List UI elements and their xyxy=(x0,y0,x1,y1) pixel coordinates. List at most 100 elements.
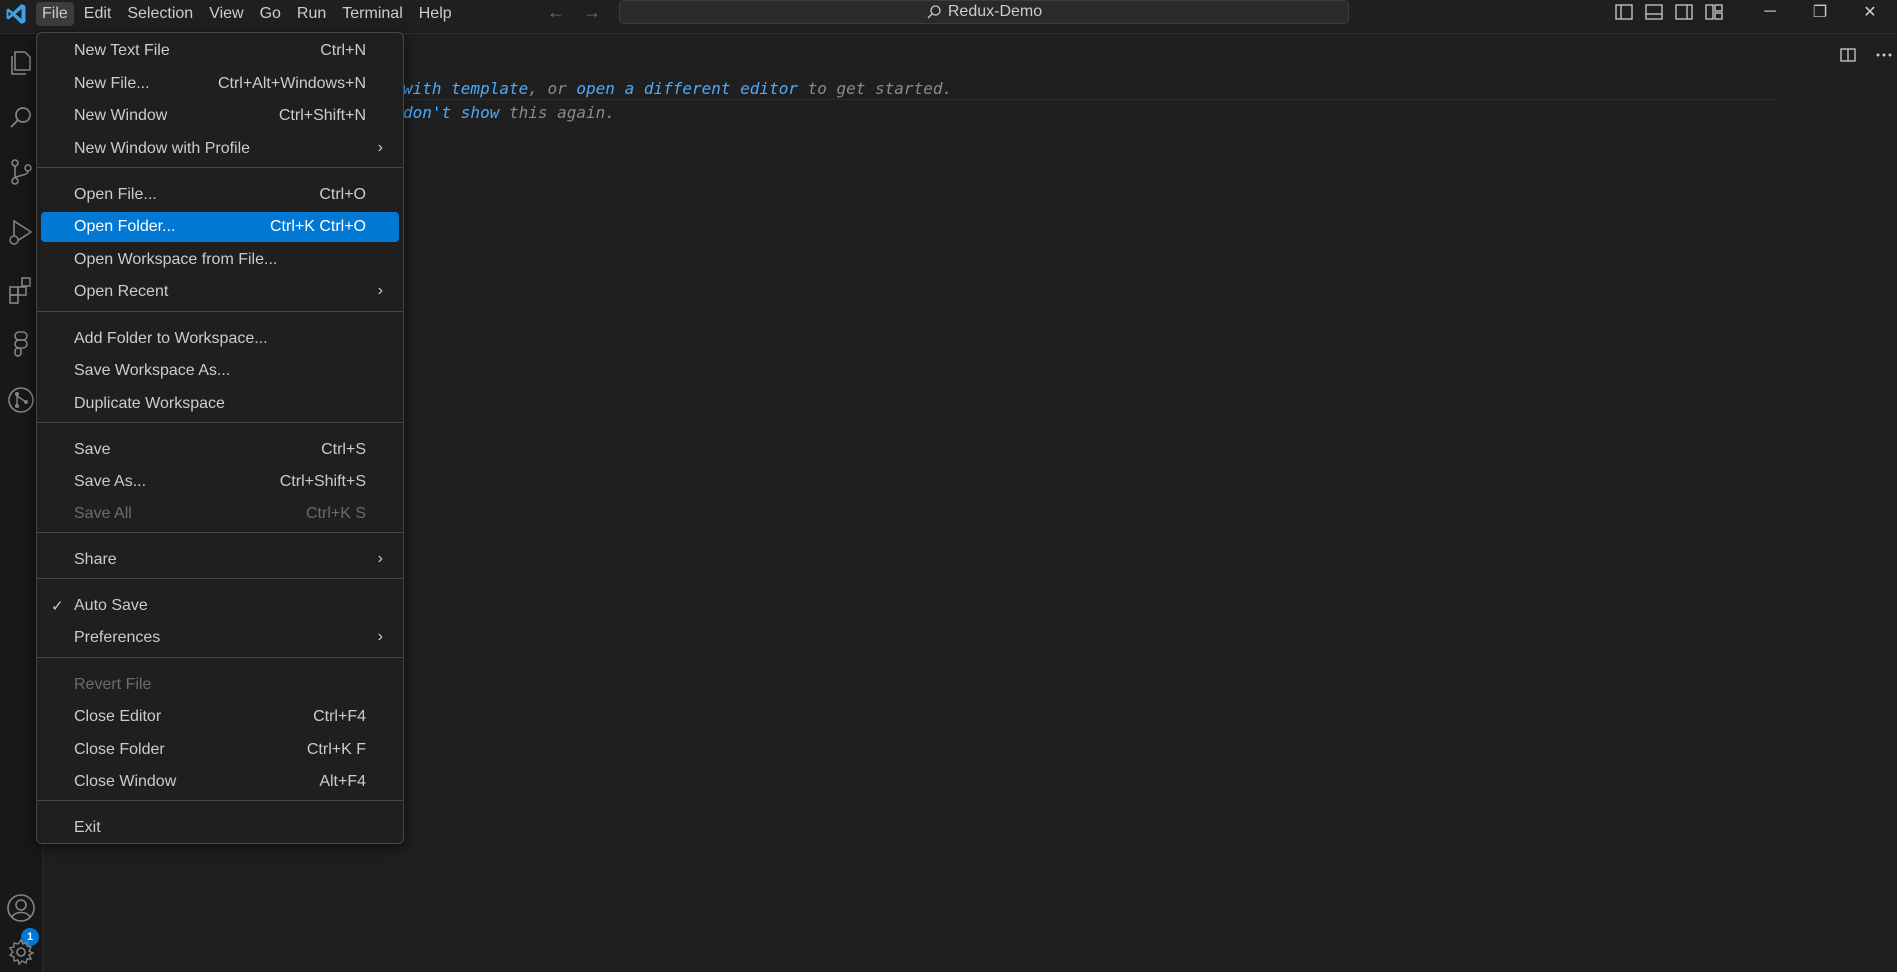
menu-item-label: New File... xyxy=(74,75,150,92)
arrow-left-icon[interactable]: ← xyxy=(547,2,565,23)
keyboard-shortcut: Ctrl+F4 xyxy=(313,708,366,725)
git-graph-icon[interactable] xyxy=(5,384,37,416)
gear-icon[interactable] xyxy=(5,936,37,968)
editor-hint-line-1: with template, or open a different edito… xyxy=(403,79,953,98)
explorer-icon[interactable] xyxy=(5,46,37,78)
menu-item-close-folder[interactable]: Close Folder Ctrl+K F xyxy=(41,735,399,765)
menu-item-label: Save Workspace As... xyxy=(74,362,231,379)
navigation-arrows: ← → xyxy=(547,2,601,23)
keyboard-shortcut: Ctrl+N xyxy=(320,42,366,59)
keyboard-shortcut: Ctrl+K Ctrl+O xyxy=(269,218,366,235)
template-link[interactable]: with template xyxy=(403,79,528,98)
menu-item-label: Preferences xyxy=(74,629,161,646)
restore-button[interactable]: ❐ xyxy=(1795,0,1845,24)
menu-item-exit[interactable]: Exit xyxy=(41,813,399,843)
vscode-logo-icon[interactable] xyxy=(4,2,28,26)
menu-item-new-file[interactable]: New File... Ctrl+Alt+Windows+N xyxy=(41,69,399,99)
menu-bar: File Edit Selection View Go Run Terminal Help xyxy=(36,0,462,28)
menu-item-label: Close Folder xyxy=(74,741,165,758)
menu-item-share[interactable]: Share › xyxy=(41,545,399,575)
menu-separator xyxy=(37,311,403,312)
menu-go[interactable]: Go xyxy=(254,2,287,26)
menu-view[interactable]: View xyxy=(203,2,249,26)
menu-item-duplicate-workspace[interactable]: Duplicate Workspace xyxy=(41,389,399,419)
search-icon xyxy=(927,5,941,19)
menu-item-open-recent[interactable]: Open Recent › xyxy=(41,277,399,307)
menu-item-label: New Window xyxy=(74,107,168,124)
extensions-icon[interactable] xyxy=(5,274,37,306)
keyboard-shortcut: Ctrl+Shift+N xyxy=(278,107,366,124)
chevron-right-icon: › xyxy=(377,139,383,156)
menu-item-label: Exit xyxy=(74,819,101,836)
menu-item-label: Save xyxy=(74,441,111,458)
arrow-right-icon[interactable]: → xyxy=(583,2,601,23)
customize-layout-icon[interactable] xyxy=(1704,2,1724,22)
menu-separator xyxy=(37,578,403,579)
menu-edit[interactable]: Edit xyxy=(78,2,118,26)
layout-controls xyxy=(1614,2,1724,22)
menu-item-label: Share xyxy=(74,551,117,568)
figma-icon[interactable] xyxy=(5,328,37,360)
close-button[interactable]: ✕ xyxy=(1845,0,1895,24)
menu-item-label: New Window with Profile xyxy=(74,140,251,157)
menu-item-add-folder-to-workspace[interactable]: Add Folder to Workspace... xyxy=(41,324,399,354)
chevron-right-icon: › xyxy=(377,282,383,299)
editor-hint-line-2: don't show this again. xyxy=(403,103,615,122)
check-icon: ✓ xyxy=(51,598,64,615)
search-icon[interactable] xyxy=(5,102,37,134)
open-different-editor-link[interactable]: open a different editor xyxy=(576,79,798,98)
menu-item-label: Duplicate Workspace xyxy=(74,395,225,412)
toggle-panel-icon[interactable] xyxy=(1644,2,1664,22)
menu-item-close-window[interactable]: Close Window Alt+F4 xyxy=(41,767,399,797)
menu-item-new-text-file[interactable]: New Text File Ctrl+N xyxy=(41,36,399,66)
menu-item-revert-file: Revert File xyxy=(41,670,399,700)
menu-item-preferences[interactable]: Preferences › xyxy=(41,623,399,653)
menu-item-label: Open File... xyxy=(74,186,157,203)
title-bar: File Edit Selection View Go Run Terminal Help ←… xyxy=(0,0,1897,34)
dont-show-link[interactable]: don't show xyxy=(403,103,499,122)
menu-item-save-workspace-as[interactable]: Save Workspace As... xyxy=(41,356,399,386)
menu-item-label: Auto Save xyxy=(74,597,148,614)
menu-item-open-folder[interactable]: Open Folder... Ctrl+K Ctrl+O xyxy=(41,212,399,242)
menu-file[interactable]: File xyxy=(36,2,74,26)
minimize-button[interactable]: ─ xyxy=(1745,0,1795,24)
chevron-right-icon: › xyxy=(377,628,383,645)
menu-separator xyxy=(37,532,403,533)
menu-item-save-all: Save All Ctrl+K S xyxy=(41,499,399,529)
menu-item-label: Revert File xyxy=(74,676,152,693)
menu-item-label: Save All xyxy=(74,505,132,522)
toggle-secondary-sidebar-icon[interactable] xyxy=(1674,2,1694,22)
menu-item-auto-save[interactable]: ✓ Auto Save xyxy=(41,591,399,621)
accounts-icon[interactable] xyxy=(5,892,37,924)
menu-selection[interactable]: Selection xyxy=(121,2,199,26)
menu-help[interactable]: Help xyxy=(413,2,458,26)
menu-item-save[interactable]: Save Ctrl+S xyxy=(41,435,399,465)
keyboard-shortcut: Alt+F4 xyxy=(319,773,366,790)
menu-item-new-window-with-profile[interactable]: New Window with Profile › xyxy=(41,134,399,164)
split-editor-icon[interactable] xyxy=(1838,45,1858,65)
menu-item-label: Open Folder... xyxy=(74,218,176,235)
editor-actions xyxy=(1838,45,1894,65)
menu-item-close-editor[interactable]: Close Editor Ctrl+F4 xyxy=(41,702,399,732)
run-and-debug-icon[interactable] xyxy=(5,216,37,248)
menu-item-new-window[interactable]: New Window Ctrl+Shift+N xyxy=(41,101,399,131)
menu-item-open-workspace-from-file[interactable]: Open Workspace from File... xyxy=(41,245,399,275)
menu-terminal[interactable]: Terminal xyxy=(336,2,408,26)
menu-item-open-file[interactable]: Open File... Ctrl+O xyxy=(41,180,399,210)
keyboard-shortcut: Ctrl+Shift+S xyxy=(279,473,366,490)
keyboard-shortcut: Ctrl+O xyxy=(319,186,366,203)
more-actions-icon[interactable] xyxy=(1874,45,1894,65)
menu-item-label: Save As... xyxy=(74,473,147,490)
menu-run[interactable]: Run xyxy=(291,2,332,26)
menu-separator xyxy=(37,657,403,658)
hint-divider xyxy=(403,99,1777,100)
file-menu-dropdown: New Text File Ctrl+N New File... Ctrl+Alt+W… xyxy=(36,32,404,844)
chevron-right-icon: › xyxy=(377,550,383,567)
menu-item-label: Open Recent xyxy=(74,283,169,300)
menu-item-label: Open Workspace from File... xyxy=(74,251,278,268)
keyboard-shortcut: Ctrl+K S xyxy=(305,505,366,522)
command-center[interactable]: Redux-Demo xyxy=(619,0,1349,24)
source-control-icon[interactable] xyxy=(5,156,37,188)
toggle-primary-sidebar-icon[interactable] xyxy=(1614,2,1634,22)
menu-item-save-as[interactable]: Save As... Ctrl+Shift+S xyxy=(41,467,399,497)
